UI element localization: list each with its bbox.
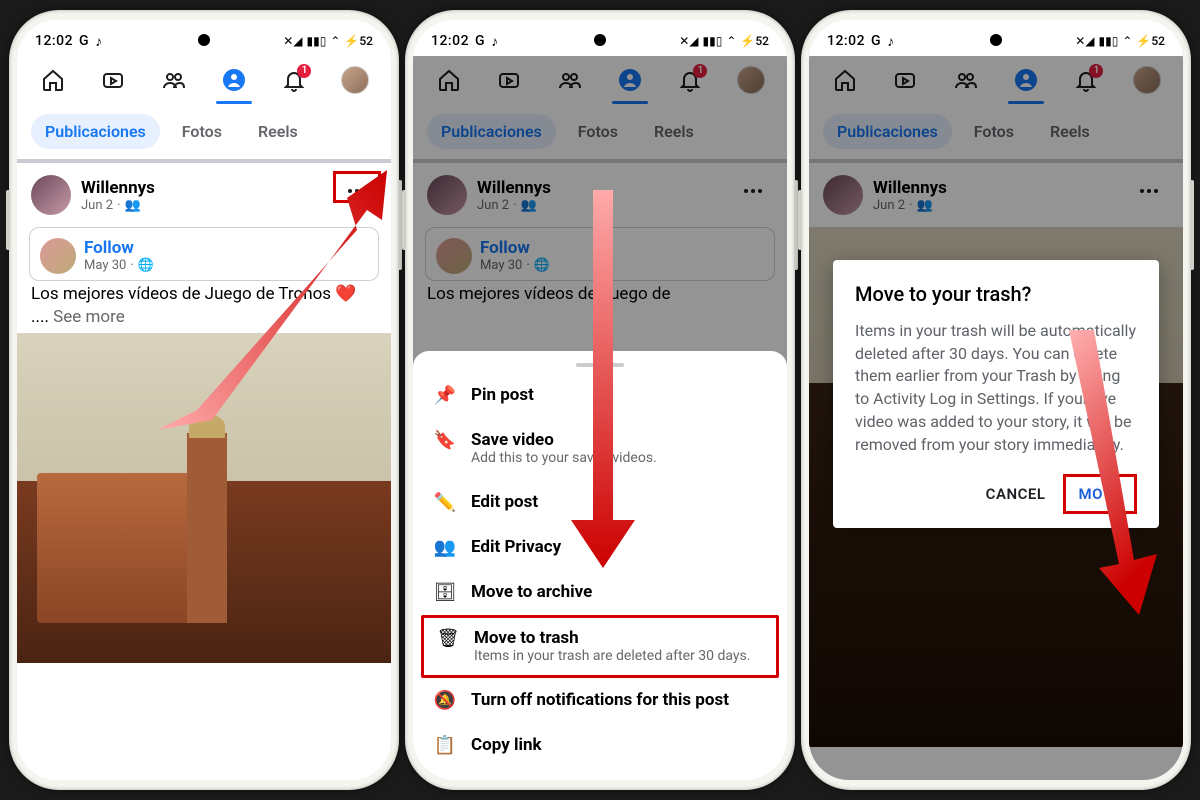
public-icon: 🌐 — [138, 258, 154, 273]
bookmark-icon: 🔖 — [433, 430, 457, 451]
pin-icon: 📌 — [433, 385, 457, 406]
audience-icon: 👥 — [124, 198, 140, 213]
copy-icon: 📋 — [433, 735, 457, 756]
post-text: Los mejores vídeos de Juego de Tronos ❤️… — [17, 281, 391, 333]
phone-1: 12:02 G ♪ ✕◢ ▮▮▯ ⌃ ⚡52 1 Publicaciones F… — [9, 10, 399, 790]
post-date: Jun 2 — [81, 198, 113, 213]
see-more[interactable]: See more — [53, 307, 125, 327]
menu-copy-link[interactable]: 📋Copy link — [413, 723, 787, 768]
battery-icon: ⚡52 — [740, 34, 769, 48]
clock: 12:02 — [431, 33, 469, 49]
tab-reels[interactable]: Reels — [244, 114, 312, 149]
top-nav: 1 — [17, 56, 391, 104]
status-g: G — [79, 33, 89, 49]
profile-icon[interactable] — [220, 66, 248, 94]
menu-archive[interactable]: 🗄Move to archive — [413, 570, 787, 615]
shared-date: May 30 — [84, 258, 126, 273]
clock: 12:02 — [35, 33, 73, 49]
signal-icon: ▮▮▯ — [307, 34, 327, 48]
cancel-button[interactable]: CANCEL — [974, 477, 1058, 511]
screen-1: 12:02 G ♪ ✕◢ ▮▮▯ ⌃ ⚡52 1 Publicaciones F… — [17, 20, 391, 780]
phone-2: 12:02 G ♪ ✕◢ ▮▮▯ ⌃ ⚡52 1 Publicaciones F… — [405, 10, 795, 790]
wifi-icon: ⌃ — [330, 34, 340, 48]
bottom-sheet: 📌Pin post 🔖Save videoAdd this to your sa… — [413, 351, 787, 780]
menu-save[interactable]: 🔖Save videoAdd this to your saved videos… — [413, 418, 787, 480]
dialog-body: Items in your trash will be automaticall… — [855, 320, 1137, 456]
shared-card[interactable]: Follow May 30 · 🌐 — [29, 227, 379, 281]
menu-notifications-off[interactable]: 🔕Turn off notifications for this post — [413, 678, 787, 723]
archive-icon: 🗄 — [433, 582, 457, 603]
sheet-handle[interactable] — [576, 363, 624, 367]
video-thumbnail[interactable] — [17, 333, 391, 663]
status-g: G — [475, 33, 485, 49]
notification-badge: 1 — [297, 64, 311, 78]
menu-pin[interactable]: 📌Pin post — [413, 373, 787, 418]
notifications-icon[interactable]: 1 — [280, 66, 308, 94]
camera-hole — [198, 34, 210, 46]
trash-icon: 🗑 — [436, 628, 460, 649]
move-button[interactable]: MOVE — [1063, 474, 1137, 514]
confirm-dialog: Move to your trash? Items in your trash … — [833, 260, 1159, 528]
post-header: Willennys Jun 2 · 👥 — [17, 163, 391, 221]
phone-3: 12:02 G ♪ ✕◢▮▮▯⌃ ⚡52 1 Publicaciones Fot… — [801, 10, 1191, 790]
music-icon: ♪ — [491, 33, 499, 50]
post-more-button[interactable] — [341, 179, 373, 203]
menu-trash[interactable]: 🗑Move to trashItems in your trash are de… — [421, 615, 779, 679]
camera-hole — [990, 34, 1002, 46]
dialog-title: Move to your trash? — [855, 282, 1137, 306]
menu-avatar[interactable] — [341, 66, 369, 94]
friends-icon[interactable] — [160, 66, 188, 94]
screen-3: 12:02 G ♪ ✕◢▮▮▯⌃ ⚡52 1 Publicaciones Fot… — [809, 20, 1183, 780]
bell-off-icon: 🔕 — [433, 690, 457, 711]
vibrate-icon: ✕◢ — [679, 34, 698, 48]
author-name[interactable]: Willennys — [81, 178, 155, 198]
menu-edit[interactable]: ✏️Edit post — [413, 480, 787, 525]
profile-tabs: Publicaciones Fotos Reels — [17, 104, 391, 159]
screen-2: 12:02 G ♪ ✕◢ ▮▮▯ ⌃ ⚡52 1 Publicaciones F… — [413, 20, 787, 780]
pencil-icon: ✏️ — [433, 492, 457, 513]
clock: 12:02 — [827, 33, 865, 49]
home-icon[interactable] — [39, 66, 67, 94]
menu-privacy[interactable]: 👥Edit Privacy — [413, 525, 787, 570]
tab-photos[interactable]: Fotos — [168, 114, 236, 149]
music-icon: ♪ — [95, 33, 103, 50]
signal-icon: ▮▮▯ — [703, 34, 723, 48]
watch-icon[interactable] — [99, 66, 127, 94]
wifi-icon: ⌃ — [726, 34, 736, 48]
author-avatar[interactable] — [31, 175, 71, 215]
camera-hole — [594, 34, 606, 46]
battery-icon: ⚡52 — [344, 34, 373, 48]
shared-avatar — [40, 238, 76, 274]
tab-posts[interactable]: Publicaciones — [31, 114, 160, 149]
follow-link[interactable]: Follow — [84, 238, 154, 258]
vibrate-icon: ✕◢ — [283, 34, 302, 48]
privacy-icon: 👥 — [433, 537, 457, 558]
